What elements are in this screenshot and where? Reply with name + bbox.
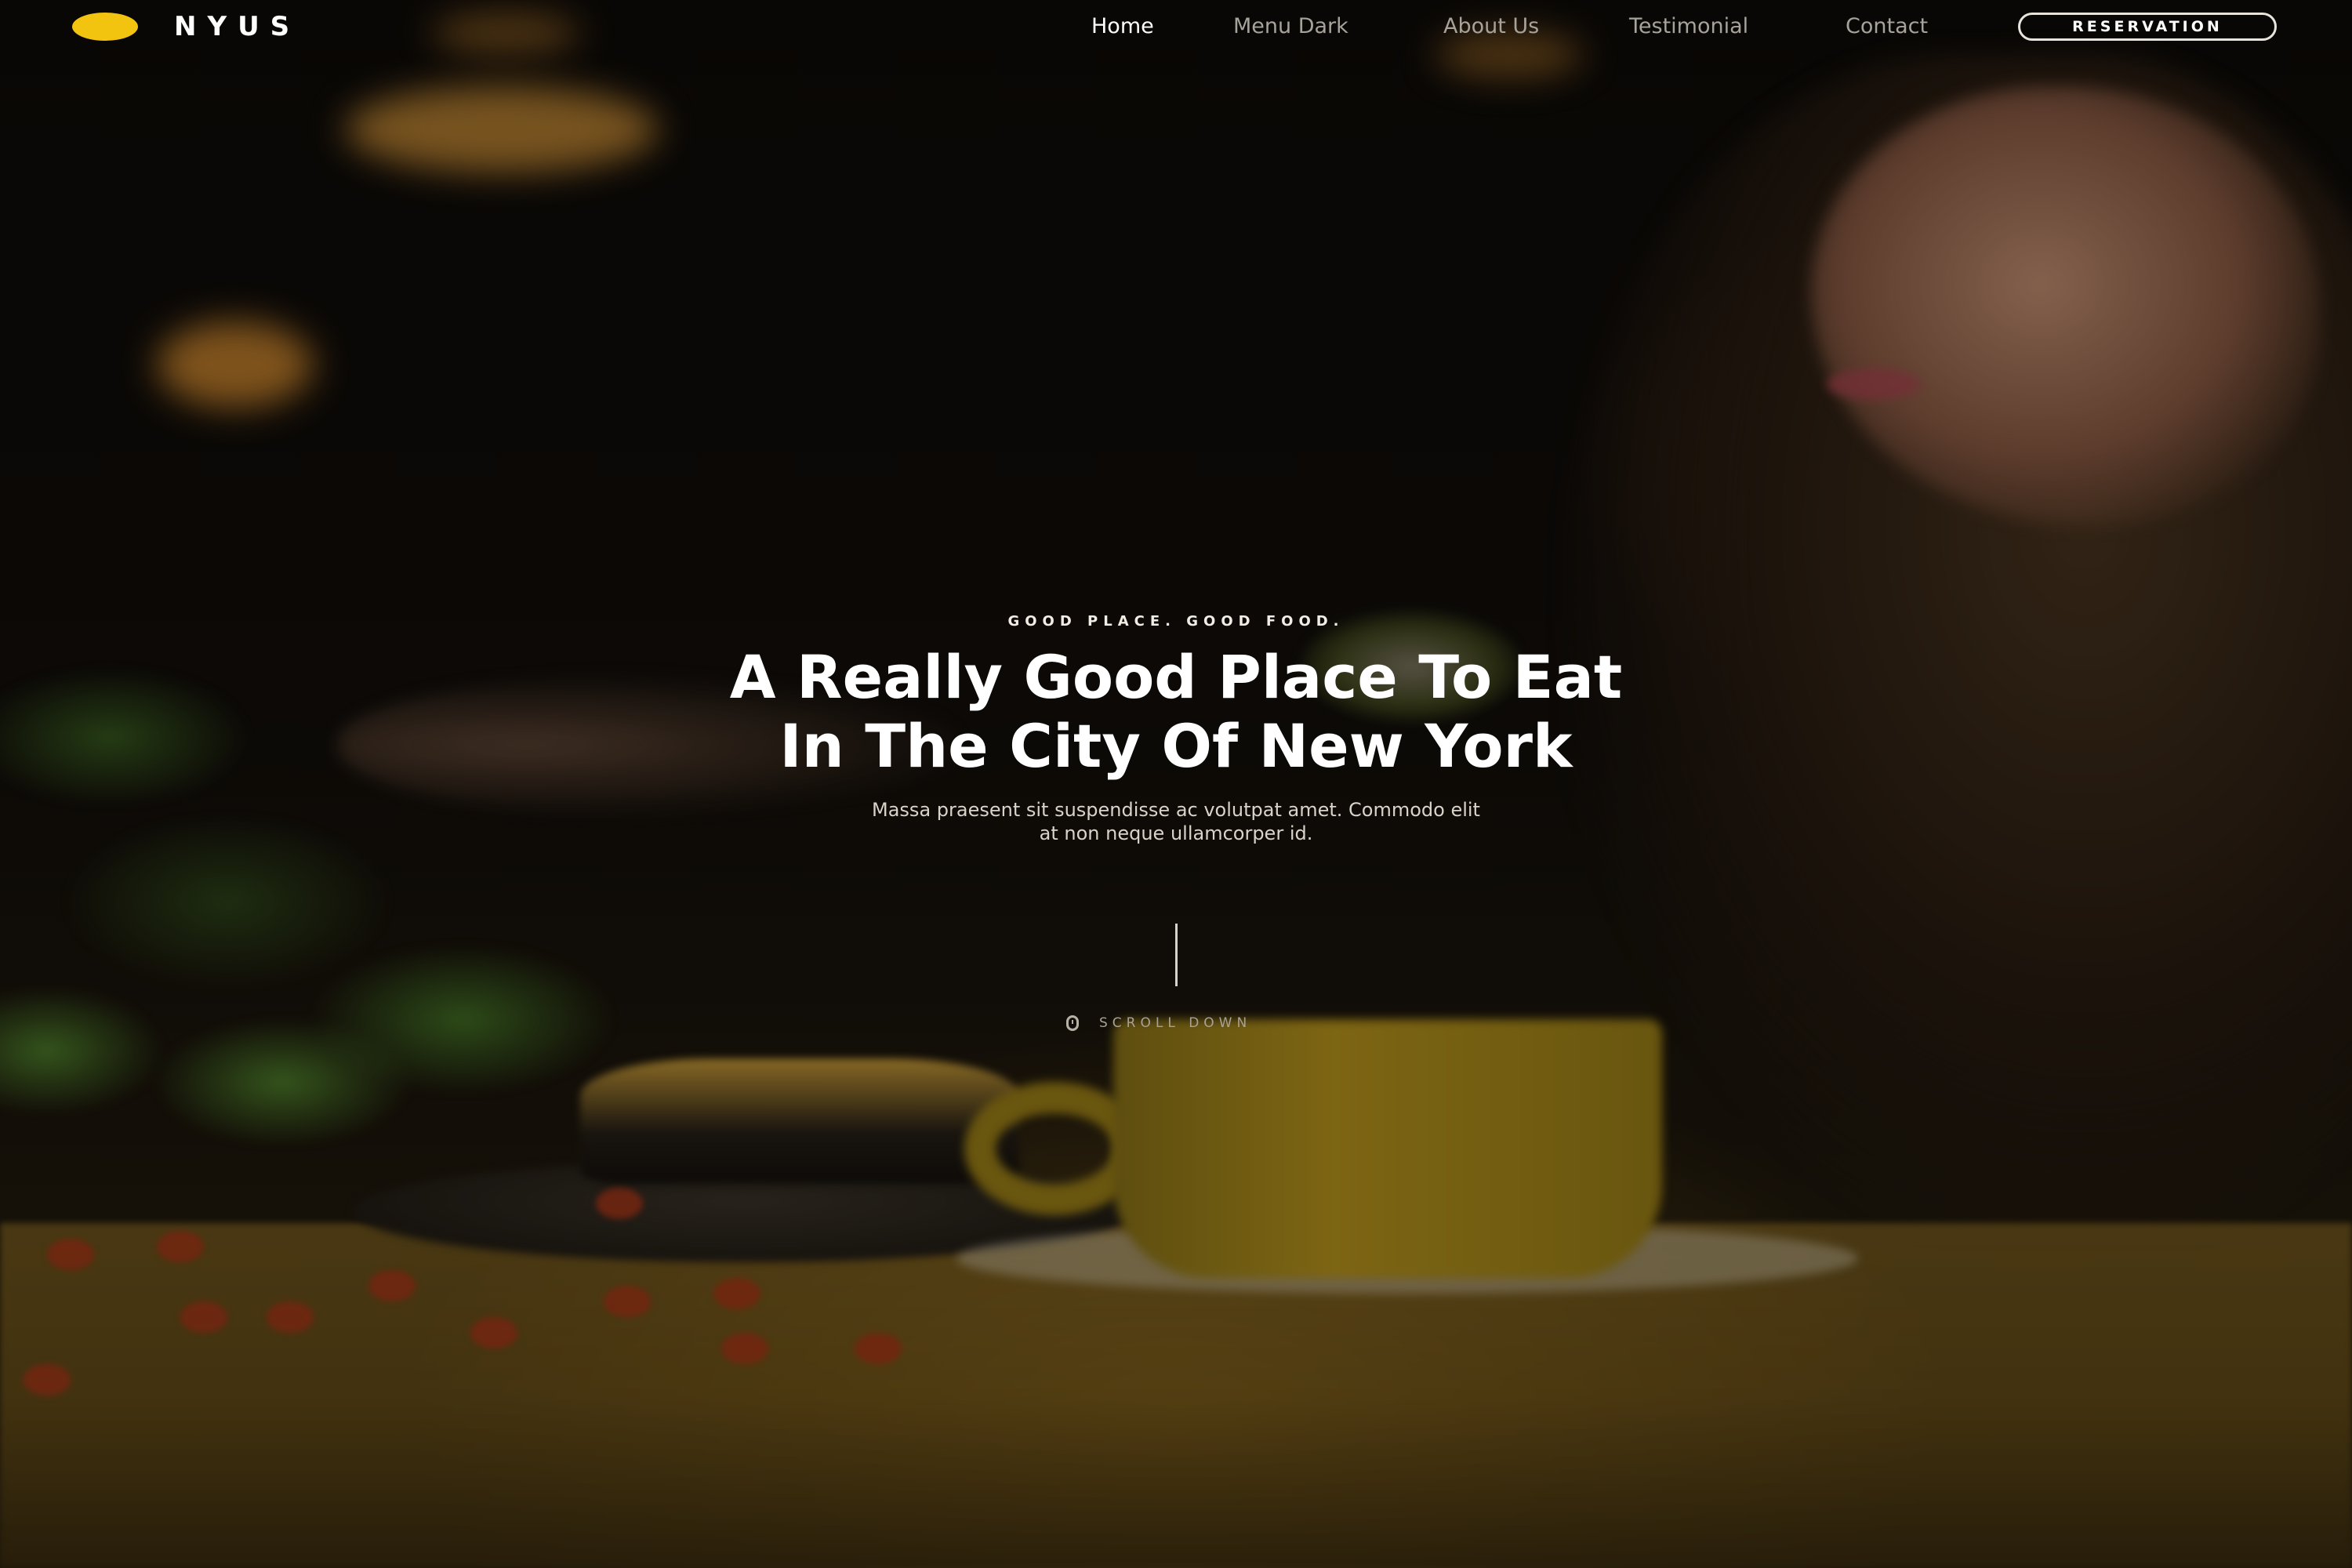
hero-title: A Really Good Place To Eat In The City O… [235, 643, 2117, 781]
landing-page: NYUS Home Menu Dark About Us Testimonial… [0, 0, 2352, 1568]
hero-title-line-1: A Really Good Place To Eat [729, 642, 1623, 712]
nav-item-menu-dark[interactable]: Menu Dark [1233, 13, 1348, 41]
nav-item-home[interactable]: Home [1091, 13, 1154, 41]
hero-subtitle-line-1: Massa praesent sit suspendisse ac volutp… [872, 799, 1480, 821]
hero-dark-overlay [0, 0, 2352, 1568]
hero-eyebrow: GOOD PLACE. GOOD FOOD. [1007, 613, 1345, 630]
hero-subtitle: Massa praesent sit suspendisse ac volutp… [706, 798, 1646, 845]
nav-item-about-us[interactable]: About Us [1443, 13, 1539, 41]
scroll-down-label: SCROLL DOWN [1099, 1015, 1252, 1031]
top-navbar: NYUS Home Menu Dark About Us Testimonial… [0, 0, 2352, 55]
hero-subtitle-line-2: at non neque ullamcorper id. [1039, 822, 1313, 844]
logo-circle-icon[interactable] [72, 13, 138, 41]
mouse-icon [1066, 1015, 1079, 1031]
hero-background-photo [0, 0, 2352, 1568]
brand-logo-text[interactable]: NYUS [174, 9, 300, 44]
scroll-divider-line [1175, 924, 1178, 986]
hero-title-line-2: In The City Of New York [779, 711, 1573, 781]
nav-item-contact[interactable]: Contact [1846, 13, 1928, 41]
nav-item-testimonial[interactable]: Testimonial [1629, 13, 1748, 41]
reservation-button[interactable]: RESERVATION [2018, 13, 2277, 41]
scroll-down-link[interactable]: SCROLL DOWN [1066, 1011, 1251, 1035]
